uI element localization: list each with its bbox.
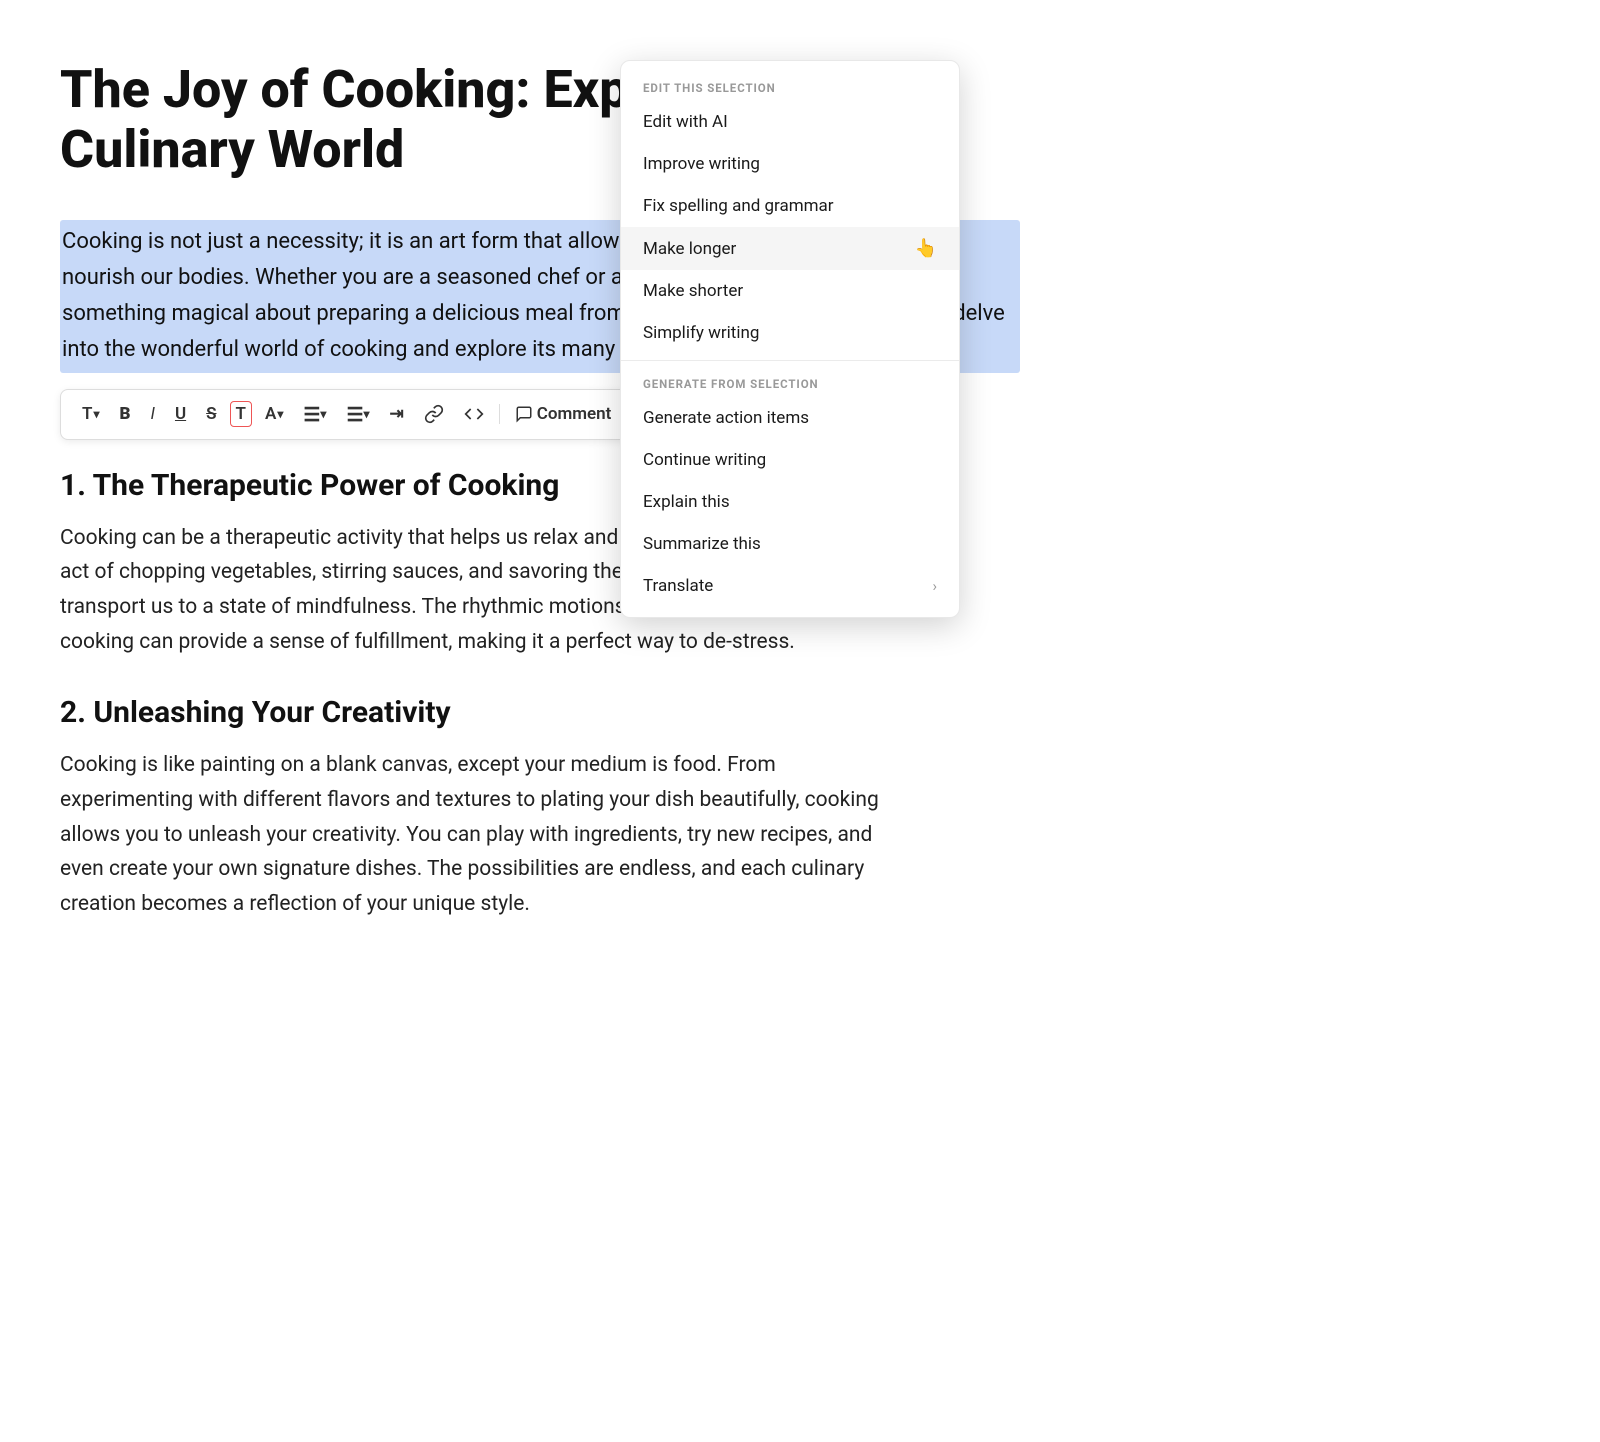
comment-button[interactable]: Comment [508,400,619,428]
link-button[interactable] [417,400,451,428]
indent-button[interactable]: ⇥ [383,400,411,428]
text-style-button[interactable]: T ▾ [75,400,106,428]
strikethrough-button[interactable]: S [199,400,223,428]
section2-heading: 2. Unleashing Your Creativity [60,695,1020,730]
translate-item[interactable]: Translate › [621,565,959,607]
continue-writing-item[interactable]: Continue writing [621,439,959,481]
font-color-button[interactable]: A ▾ [258,400,290,428]
ai-dropdown-menu: EDIT THIS SELECTION Edit with AI Improve… [620,60,960,618]
bold-button[interactable]: B [112,400,137,428]
list-icon: ☰ [346,403,363,426]
code-icon [464,404,484,424]
italic-button[interactable]: I [143,400,161,428]
make-shorter-item[interactable]: Make shorter [621,270,959,312]
code-button[interactable] [457,400,491,428]
make-longer-item[interactable]: Make longer 👆 [621,227,959,270]
align-arrow: ▾ [320,407,326,421]
edit-with-ai-item[interactable]: Edit with AI [621,101,959,143]
font-color-arrow: ▾ [277,407,283,421]
link-icon [424,404,444,424]
text-dropdown-arrow: ▾ [93,407,99,421]
page-wrapper: The Joy of Cooking: Exploring the Culina… [0,0,1600,1442]
fix-spelling-item[interactable]: Fix spelling and grammar [621,185,959,227]
underline-button[interactable]: U [168,400,193,428]
align-button[interactable]: ☰ ▾ [296,399,333,430]
generate-section-label: GENERATE FROM SELECTION [621,367,959,397]
list-button[interactable]: ☰ ▾ [339,399,376,430]
list-arrow: ▾ [363,407,369,421]
generate-action-items-item[interactable]: Generate action items [621,397,959,439]
section2-body: Cooking is like painting on a blank canv… [60,748,900,921]
menu-separator [621,360,959,361]
comment-icon [515,405,533,423]
summarize-this-item[interactable]: Summarize this [621,523,959,565]
explain-this-item[interactable]: Explain this [621,481,959,523]
cursor-icon: 👆 [915,238,937,259]
align-icon: ☰ [303,403,320,426]
simplify-writing-item[interactable]: Simplify writing [621,312,959,354]
edit-section-label: EDIT THIS SELECTION [621,71,959,101]
highlight-button[interactable]: T [230,401,252,427]
content-area: The Joy of Cooking: Exploring the Culina… [0,0,1100,1442]
toolbar-divider [499,404,500,424]
indent-icon: ⇥ [390,404,404,424]
improve-writing-item[interactable]: Improve writing [621,143,959,185]
translate-chevron-icon: › [932,577,937,595]
